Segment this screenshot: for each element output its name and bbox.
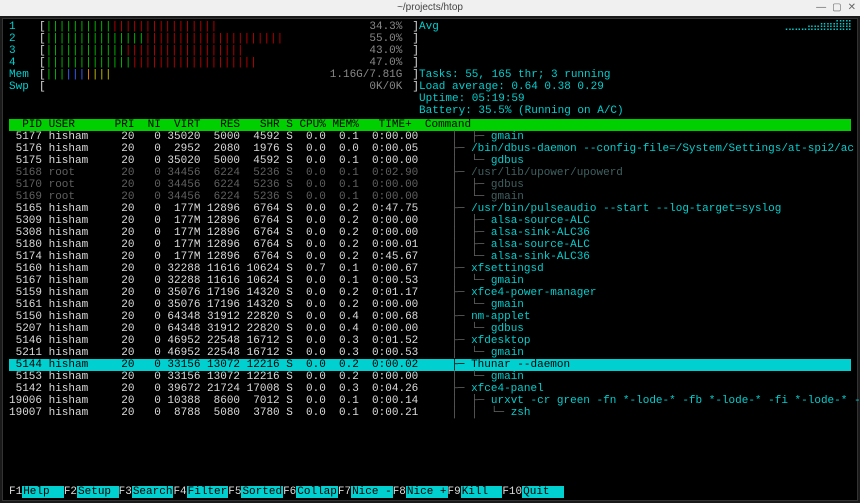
process-row[interactable]: 5308 hisham 20 0 177M 12896 6764 S 0.0 0… [9, 227, 851, 239]
function-key-bar: F1Help F2Setup F3SearchF4FilterF5SortedF… [9, 486, 851, 498]
system-info: Avg ⠀⠀⠀⠀⠀⢀⣀⣀⣀⣤⣤⣶⣶⣾⣿⣿ Tasks: 55, 165 thr; … [419, 21, 851, 117]
avg-label: Avg [419, 21, 439, 33]
fkey-label-F10[interactable]: Quit [522, 486, 564, 498]
fkey-F7: F7 [338, 486, 351, 498]
fkey-label-F1[interactable]: Help [22, 486, 64, 498]
maximize-icon[interactable]: ▢ [832, 2, 841, 14]
fkey-F1: F1 [9, 486, 22, 498]
mem-meter: Mem[||||||||||1.16G/7.81G] [9, 69, 419, 81]
process-row[interactable]: 5161 hisham 20 0 35076 17196 14320 S 0.0… [9, 299, 851, 311]
process-list[interactable]: 5177 hisham 20 0 35020 5000 4592 S 0.0 0… [9, 131, 851, 419]
cpu-meter-2: 2[||||||||||||||||||||||||||||||||||||55… [9, 33, 419, 45]
fkey-F4: F4 [173, 486, 186, 498]
fkey-F2: F2 [64, 486, 77, 498]
process-row[interactable]: 5142 hisham 20 0 39672 21724 17008 S 0.0… [9, 383, 851, 395]
cpu-sparkline: ⠀⠀⠀⠀⠀⢀⣀⣀⣀⣤⣤⣶⣶⣾⣿⣿ [750, 21, 851, 33]
process-row[interactable]: 5150 hisham 20 0 64348 31912 22820 S 0.0… [9, 311, 851, 323]
cpu-mem-meters: 1[||||||||||||||||||||||||||34.3%] 2[|||… [9, 21, 419, 117]
fkey-label-F4[interactable]: Filter [187, 486, 229, 498]
process-row[interactable]: 5167 hisham 20 0 32288 11616 10624 S 0.0… [9, 275, 851, 287]
cpu-meter-1: 1[||||||||||||||||||||||||||34.3%] [9, 21, 419, 33]
fkey-label-F5[interactable]: Sorted [241, 486, 283, 498]
fkey-label-F9[interactable]: Kill [461, 486, 503, 498]
loadavg-line: Load average: 0.64 0.38 0.29 [419, 81, 851, 93]
fkey-label-F6[interactable]: Collap [296, 486, 338, 498]
process-row[interactable]: 5170 root 20 0 34456 6224 5236 S 0.0 0.1… [9, 179, 851, 191]
process-row[interactable]: 19006 hisham 20 0 10388 8600 7012 S 0.0 … [9, 395, 851, 407]
fkey-F9: F9 [448, 486, 461, 498]
process-row[interactable]: 5168 root 20 0 34456 6224 5236 S 0.0 0.1… [9, 167, 851, 179]
fkey-label-F8[interactable]: Nice + [406, 486, 448, 498]
close-icon[interactable]: ✕ [848, 2, 856, 14]
battery-line: Battery: 35.5% (Running on A/C) [419, 105, 851, 117]
process-row[interactable]: 5160 hisham 20 0 32288 11616 10624 S 0.7… [9, 263, 851, 275]
fkey-F10: F10 [502, 486, 522, 498]
process-row[interactable]: 5146 hisham 20 0 46952 22548 16712 S 0.0… [9, 335, 851, 347]
column-headers[interactable]: PID USER PRI NI VIRT RES SHR S CPU% MEM%… [9, 119, 851, 131]
process-row[interactable]: 5174 hisham 20 0 177M 12896 6764 S 0.0 0… [9, 251, 851, 263]
fkey-label-F7[interactable]: Nice - [351, 486, 393, 498]
process-row[interactable]: 5180 hisham 20 0 177M 12896 6764 S 0.0 0… [9, 239, 851, 251]
process-row[interactable]: 5169 root 20 0 34456 6224 5236 S 0.0 0.1… [9, 191, 851, 203]
process-row[interactable]: 5175 hisham 20 0 35020 5000 4592 S 0.0 0… [9, 155, 851, 167]
process-row[interactable]: 5159 hisham 20 0 35076 17196 14320 S 0.0… [9, 287, 851, 299]
fkey-F8: F8 [393, 486, 406, 498]
swap-meter: Swp[0K/0K] [9, 81, 419, 93]
terminal[interactable]: 1[||||||||||||||||||||||||||34.3%] 2[|||… [2, 18, 858, 501]
fkey-F5: F5 [228, 486, 241, 498]
process-row[interactable]: 5144 hisham 20 0 33156 13072 12216 S 0.0… [9, 359, 851, 371]
process-row[interactable]: 19007 hisham 20 0 8788 5080 3780 S 0.0 0… [9, 407, 851, 419]
process-row[interactable]: 5177 hisham 20 0 35020 5000 4592 S 0.0 0… [9, 131, 851, 143]
fkey-F6: F6 [283, 486, 296, 498]
process-row[interactable]: 5176 hisham 20 0 2952 2080 1976 S 0.0 0.… [9, 143, 851, 155]
fkey-F3: F3 [119, 486, 132, 498]
minimize-icon[interactable]: — [816, 2, 826, 14]
cpu-meter-3: 3[||||||||||||||||||||||||||||||43.0%] [9, 45, 419, 57]
fkey-label-F3[interactable]: Search [132, 486, 174, 498]
cpu-meter-4: 4[||||||||||||||||||||||||||||||||47.0%] [9, 57, 419, 69]
process-row[interactable]: 5211 hisham 20 0 46952 22548 16712 S 0.0… [9, 347, 851, 359]
process-row[interactable]: 5165 hisham 20 0 177M 12896 6764 S 0.0 0… [9, 203, 851, 215]
process-row[interactable]: 5207 hisham 20 0 64348 31912 22820 S 0.0… [9, 323, 851, 335]
process-row[interactable]: 5309 hisham 20 0 177M 12896 6764 S 0.0 0… [9, 215, 851, 227]
window-titlebar: ~/projects/htop — ▢ ✕ [0, 0, 860, 16]
process-row[interactable]: 5153 hisham 20 0 33156 13072 12216 S 0.0… [9, 371, 851, 383]
uptime-line: Uptime: 05:19:59 [419, 93, 851, 105]
window-title: ~/projects/htop [397, 2, 463, 14]
fkey-label-F2[interactable]: Setup [77, 486, 119, 498]
tasks-line: Tasks: 55, 165 thr; 3 running [419, 69, 851, 81]
